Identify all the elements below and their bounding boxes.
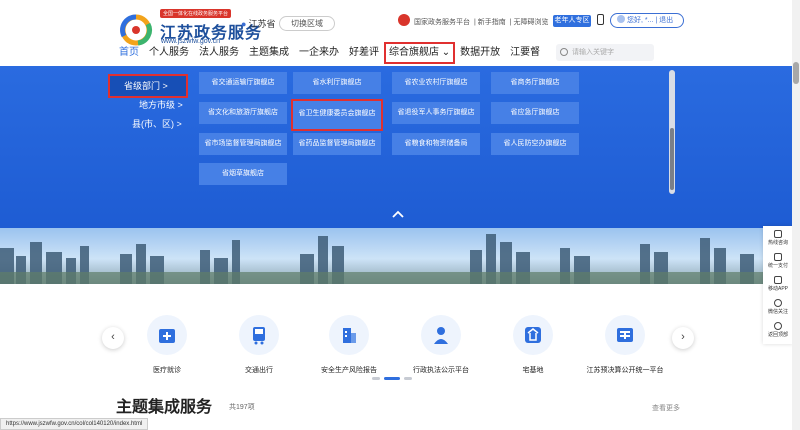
nav-flagship-label: 综合旗舰店 bbox=[389, 47, 439, 58]
avatar bbox=[617, 15, 625, 23]
nav-theme-integration[interactable]: 主题集成 bbox=[244, 44, 294, 64]
link-beginner-guide[interactable]: 新手指南 bbox=[478, 19, 506, 26]
carousel-prev-button[interactable]: ‹ bbox=[102, 327, 124, 349]
service-homestead[interactable]: 宅基地 bbox=[488, 315, 578, 375]
mobile-icon[interactable] bbox=[597, 14, 604, 25]
category-county[interactable]: 县(市、区) > bbox=[132, 117, 182, 130]
app-icon bbox=[774, 276, 782, 284]
top-links: 国家政务服务平台 | 新手指南 | 无障碍浏览 bbox=[414, 19, 549, 26]
service-transport[interactable]: 交通出行 bbox=[214, 315, 304, 375]
store-agriculture[interactable]: 省农业农村厅旗舰店 bbox=[392, 72, 480, 94]
rail-wechat[interactable]: 微信关注 bbox=[763, 299, 793, 315]
store-culture-tourism[interactable]: 省文化和旅游厅旗舰店 bbox=[199, 102, 287, 124]
city-skyline-banner bbox=[0, 228, 800, 284]
service-label: 交通出行 bbox=[245, 367, 273, 374]
nav-supervision[interactable]: 江要督 bbox=[505, 44, 545, 64]
store-commerce[interactable]: 省商务厅旗舰店 bbox=[491, 72, 579, 94]
store-grain-reserve[interactable]: 省粮食和物资储备局 bbox=[392, 133, 480, 155]
switch-region-button[interactable]: 切换区域 bbox=[279, 16, 335, 31]
page: 全国一体化在线政务服务平台 江苏政务服务 www.jszwfw.gov.cn ●… bbox=[0, 0, 800, 430]
bus-icon bbox=[239, 315, 279, 355]
link-national-platform[interactable]: 国家政务服务平台 bbox=[414, 19, 470, 26]
carousel-indicator bbox=[372, 377, 412, 380]
main-nav: 首页 个人服务 法人服务 主题集成 一企来办 好差评 综合旗舰店 ⌄ 数据开放 … bbox=[114, 42, 545, 64]
floating-toolbar: 热线咨询 统一支付 移动APP 微信关注 返回顶部 bbox=[763, 226, 793, 344]
building-icon bbox=[329, 315, 369, 355]
location-text: 江苏省 bbox=[248, 19, 276, 29]
location-pin-icon: ● bbox=[241, 19, 247, 29]
nav-home[interactable]: 首页 bbox=[114, 44, 144, 64]
logo-badge: 全国一体化在线政务服务平台 bbox=[160, 9, 232, 18]
service-label: 安全生产风险报告 bbox=[321, 367, 377, 374]
rail-label: 热线咨询 bbox=[767, 240, 788, 246]
rail-hotline[interactable]: 热线咨询 bbox=[763, 230, 793, 246]
service-medical[interactable]: 医疗就诊 bbox=[122, 315, 212, 375]
nav-one-enterprise[interactable]: 一企来办 bbox=[294, 44, 344, 64]
nav-legal-service[interactable]: 法人服务 bbox=[194, 44, 244, 64]
page-scroll-thumb[interactable] bbox=[793, 62, 799, 84]
national-emblem-icon bbox=[398, 14, 410, 26]
service-law-enforcement[interactable]: 行政执法公示平台 bbox=[396, 315, 486, 375]
nav-flagship-store[interactable]: 综合旗舰店 ⌄ bbox=[384, 42, 456, 64]
homestead-icon bbox=[513, 315, 553, 355]
rail-label: 移动APP bbox=[767, 286, 788, 292]
dropdown-scroll-thumb[interactable] bbox=[670, 128, 674, 190]
carousel-next-button[interactable]: › bbox=[672, 327, 694, 349]
service-budget-disclosure[interactable]: 江苏预决算公开统一平台 bbox=[580, 315, 670, 375]
carousel-dot[interactable] bbox=[372, 377, 380, 380]
rail-label: 返回顶部 bbox=[767, 332, 788, 338]
rail-app[interactable]: 移动APP bbox=[763, 276, 793, 292]
service-label: 医疗就诊 bbox=[153, 367, 181, 374]
store-drug-regulation[interactable]: 省药品监督管理局旗舰店 bbox=[293, 133, 381, 155]
user-greeting: 您好, *... bbox=[627, 17, 654, 24]
category-provincial[interactable]: 省级部门 > bbox=[108, 74, 188, 98]
medical-icon bbox=[147, 315, 187, 355]
search-input[interactable]: 请输入关键字 bbox=[556, 44, 654, 61]
rail-back-to-top[interactable]: 返回顶部 bbox=[763, 322, 793, 338]
section-title: 主题集成服务 bbox=[116, 399, 213, 416]
service-label: 行政执法公示平台 bbox=[413, 367, 469, 374]
service-safety-report[interactable]: 安全生产风险报告 bbox=[304, 315, 394, 375]
user-menu[interactable]: 您好, *... | 退出 bbox=[610, 13, 684, 28]
nav-evaluation[interactable]: 好差评 bbox=[344, 44, 384, 64]
nav-data-open[interactable]: 数据开放 bbox=[455, 44, 505, 64]
headset-icon bbox=[774, 230, 782, 238]
nav-personal-service[interactable]: 个人服务 bbox=[144, 44, 194, 64]
service-label: 宅基地 bbox=[522, 367, 544, 374]
service-label: 江苏预决算公开统一平台 bbox=[586, 367, 664, 374]
budget-icon bbox=[605, 315, 645, 355]
status-bar-url: https://www.jszwfw.gov.cn/col/col140120/… bbox=[0, 418, 149, 430]
store-tobacco[interactable]: 省烟草旗舰店 bbox=[199, 163, 287, 185]
category-municipal[interactable]: 地方市级 > bbox=[139, 98, 183, 111]
skyline-image bbox=[0, 234, 800, 284]
view-more-link[interactable]: 查看更多 bbox=[652, 403, 680, 413]
section-count: 共197项 bbox=[229, 404, 255, 411]
chevron-down-icon: ⌄ bbox=[441, 47, 451, 58]
elder-zone-button[interactable]: 老年人专区 bbox=[553, 15, 591, 27]
store-transport[interactable]: 省交通运输厅旗舰店 bbox=[199, 72, 287, 94]
logout-link[interactable]: 退出 bbox=[659, 17, 673, 24]
rail-payment[interactable]: 统一支付 bbox=[763, 253, 793, 269]
rail-label: 统一支付 bbox=[767, 263, 788, 269]
payment-icon bbox=[774, 253, 782, 261]
store-civil-air-defense[interactable]: 省人民防空办旗舰店 bbox=[491, 133, 579, 155]
collapse-up-icon[interactable] bbox=[392, 208, 404, 220]
link-accessibility[interactable]: 无障碍浏览 bbox=[514, 19, 549, 26]
store-emergency[interactable]: 省应急厅旗舰店 bbox=[491, 102, 579, 124]
carousel-dot-active[interactable] bbox=[384, 377, 400, 380]
search-icon[interactable] bbox=[560, 48, 568, 56]
rail-label: 微信关注 bbox=[767, 309, 788, 315]
store-health[interactable]: 省卫生健康委员会旗舰店 bbox=[291, 99, 383, 131]
store-veterans[interactable]: 省退役军人事务厅旗舰店 bbox=[392, 102, 480, 124]
current-location: ● 江苏省 bbox=[241, 17, 275, 30]
store-water[interactable]: 省水利厅旗舰店 bbox=[293, 72, 381, 94]
store-market-regulation[interactable]: 省市场监督管理局旗舰店 bbox=[199, 133, 287, 155]
wechat-icon bbox=[774, 299, 782, 307]
site-header: 全国一体化在线政务服务平台 江苏政务服务 www.jszwfw.gov.cn ●… bbox=[0, 0, 800, 66]
officer-icon bbox=[421, 315, 461, 355]
carousel-dot[interactable] bbox=[404, 377, 412, 380]
arrow-up-icon bbox=[774, 322, 782, 330]
